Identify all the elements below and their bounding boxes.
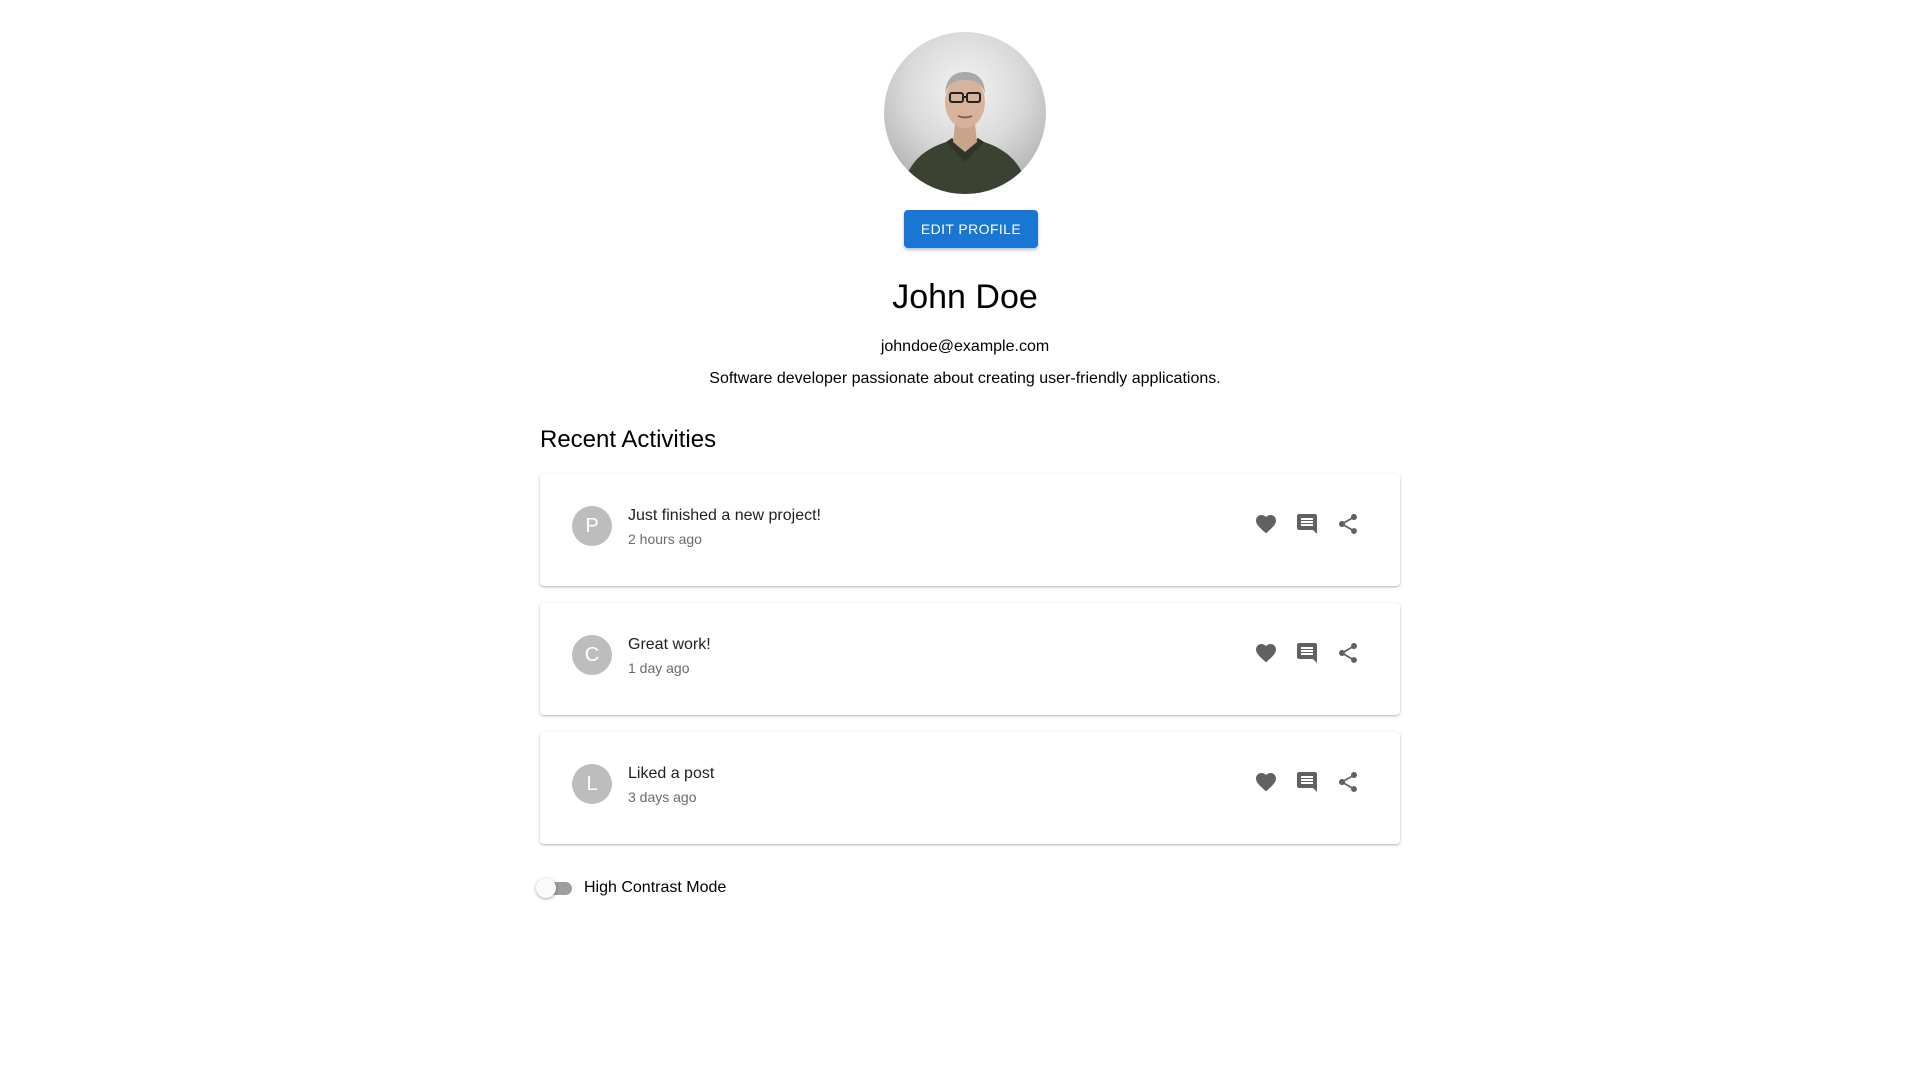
activity-text: Great work!: [628, 636, 711, 653]
share-icon[interactable]: [1336, 770, 1360, 794]
profile-name: John Doe: [892, 278, 1038, 316]
share-icon[interactable]: [1336, 512, 1360, 536]
comment-icon[interactable]: [1295, 512, 1319, 536]
activity-actions: [1254, 641, 1360, 665]
activity-card: P Just finished a new project! 2 hours a…: [540, 474, 1400, 586]
profile-email: johndoe@example.com: [880, 338, 1050, 355]
activity-time: 1 day ago: [628, 660, 690, 676]
comment-icon[interactable]: [1295, 641, 1319, 665]
high-contrast-toggle[interactable]: [536, 876, 576, 900]
activity-text: Liked a post: [628, 765, 715, 782]
activity-time: 3 days ago: [628, 789, 697, 805]
high-contrast-label: High Contrast Mode: [584, 879, 727, 896]
heart-icon[interactable]: [1254, 770, 1278, 794]
activity-avatar: P: [572, 506, 612, 546]
heart-icon[interactable]: [1254, 512, 1278, 536]
activity-card: C Great work! 1 day ago: [540, 603, 1400, 715]
activity-actions: [1254, 512, 1360, 536]
toggle-thumb[interactable]: [536, 878, 556, 898]
activity-avatar: L: [572, 764, 612, 804]
activity-time: 2 hours ago: [628, 531, 702, 547]
activity-card: L Liked a post 3 days ago: [540, 732, 1400, 844]
recent-activities-title: Recent Activities: [540, 426, 717, 453]
high-contrast-setting: High Contrast Mode: [536, 876, 726, 900]
activity-text: Just finished a new project!: [628, 507, 821, 524]
comment-icon[interactable]: [1295, 770, 1319, 794]
profile-bio: Software developer passionate about crea…: [709, 370, 1221, 387]
profile-page: EDIT PROFILE John Doe johndoe@example.co…: [0, 0, 1920, 1080]
activity-actions: [1254, 770, 1360, 794]
share-icon[interactable]: [1336, 641, 1360, 665]
activity-avatar: C: [572, 635, 612, 675]
edit-profile-button[interactable]: EDIT PROFILE: [904, 210, 1038, 248]
heart-icon[interactable]: [1254, 641, 1278, 665]
profile-photo: [902, 72, 1028, 194]
profile-avatar: [884, 32, 1046, 194]
